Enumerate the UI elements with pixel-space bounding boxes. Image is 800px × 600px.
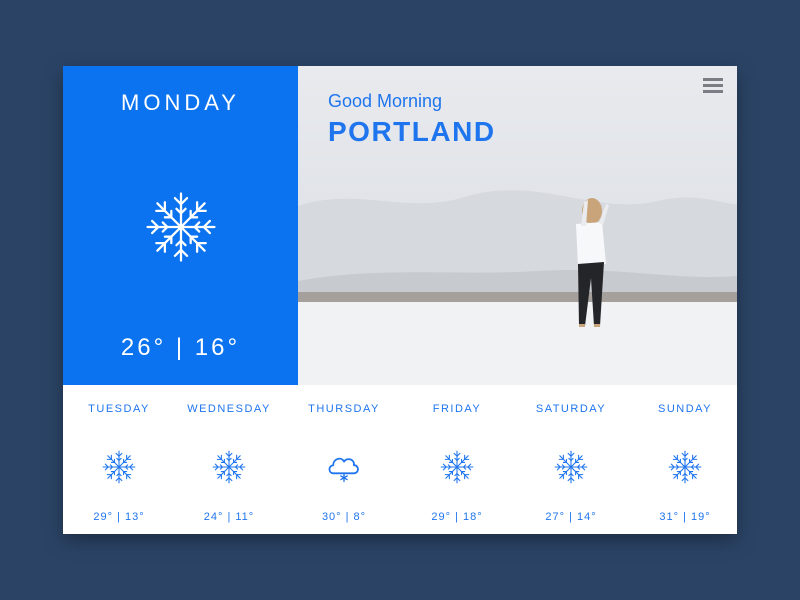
forecast-day-name: THURSDAY bbox=[308, 403, 380, 415]
snowflake-icon bbox=[143, 189, 219, 265]
forecast-row: TUESDAY 29° | 13° WEDNESDAY 24° | 11° TH… bbox=[63, 385, 737, 534]
forecast-temperatures: 27° | 14° bbox=[545, 511, 597, 523]
forecast-day-friday[interactable]: FRIDAY 29° | 18° bbox=[401, 385, 513, 534]
menu-bar bbox=[703, 78, 723, 81]
snowflake-icon bbox=[667, 449, 703, 485]
snowflake-icon bbox=[211, 449, 247, 485]
today-panel: MONDAY 26° | 16° bbox=[63, 66, 298, 385]
snowflake-icon bbox=[101, 449, 137, 485]
forecast-temperatures: 24° | 11° bbox=[203, 511, 255, 523]
hero-photo: Good Morning PORTLAND bbox=[298, 66, 737, 385]
hamburger-menu-icon[interactable] bbox=[703, 78, 723, 94]
forecast-day-thursday[interactable]: THURSDAY 30° | 8° bbox=[288, 385, 400, 534]
forecast-day-tuesday[interactable]: TUESDAY 29° | 13° bbox=[63, 385, 175, 534]
forecast-temperatures: 29° | 18° bbox=[431, 511, 483, 523]
forecast-temperatures: 29° | 13° bbox=[93, 511, 145, 523]
forecast-day-name: WEDNESDAY bbox=[187, 403, 271, 415]
snowflake-icon bbox=[439, 449, 475, 485]
greeting-text: Good Morning bbox=[328, 91, 443, 111]
snowy-landscape-image bbox=[298, 190, 737, 385]
snow-cloud-icon bbox=[326, 449, 362, 485]
forecast-temperatures: 30° | 8° bbox=[321, 511, 367, 523]
forecast-day-name: FRIDAY bbox=[432, 403, 482, 415]
forecast-day-name: SATURDAY bbox=[535, 403, 607, 415]
forecast-day-sunday[interactable]: SUNDAY 31° | 19° bbox=[629, 385, 737, 534]
today-day-label: MONDAY bbox=[121, 90, 240, 115]
forecast-day-name: TUESDAY bbox=[88, 403, 150, 415]
city-name: PORTLAND bbox=[328, 116, 496, 147]
snowflake-icon bbox=[553, 449, 589, 485]
menu-bar bbox=[703, 84, 723, 87]
today-temperatures: 26° | 16° bbox=[120, 334, 241, 361]
forecast-day-saturday[interactable]: SATURDAY 27° | 14° bbox=[515, 385, 627, 534]
weather-card: MONDAY 26° | 16° Good Morning PORTLAND T… bbox=[63, 66, 737, 534]
forecast-temperatures: 31° | 19° bbox=[659, 511, 711, 523]
menu-bar bbox=[703, 90, 723, 93]
forecast-day-name: SUNDAY bbox=[657, 403, 713, 415]
forecast-day-wednesday[interactable]: WEDNESDAY 24° | 11° bbox=[173, 385, 285, 534]
